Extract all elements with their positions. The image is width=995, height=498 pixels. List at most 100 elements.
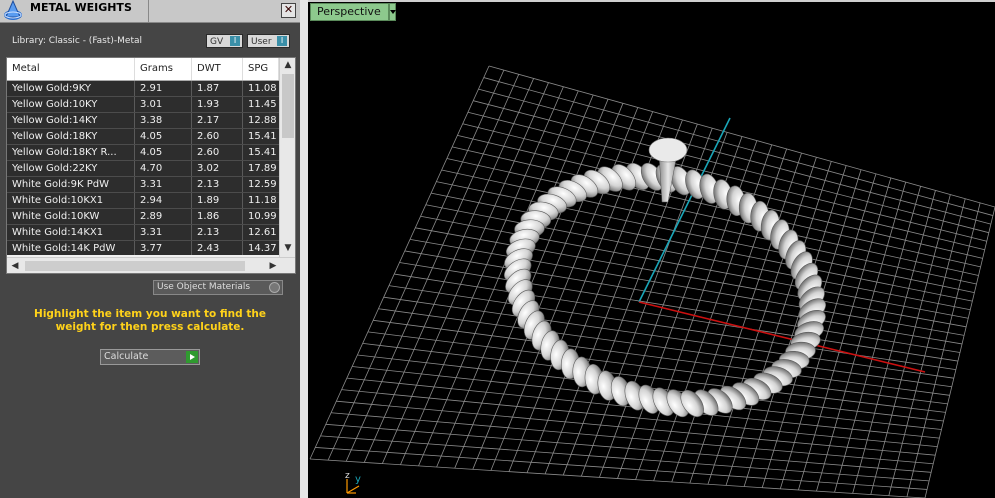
- metal-cell: White Gold:14KX1: [7, 225, 135, 240]
- table-row[interactable]: White Gold:9K PdW 3.31 2.13 12.59: [7, 177, 279, 193]
- metal-cell: Yellow Gold:22KY: [7, 161, 135, 176]
- user-toggle[interactable]: User I: [247, 34, 290, 48]
- grams-cell: 4.70: [135, 161, 192, 176]
- spg-cell: 12.88: [243, 113, 279, 128]
- toggle-icon: I: [277, 36, 287, 46]
- scroll-down-icon[interactable]: ▼: [280, 241, 295, 255]
- grams-cell: 4.05: [135, 129, 192, 144]
- table-row[interactable]: White Gold:14K PdW 3.77 2.43 14.37: [7, 241, 279, 255]
- column-header-grams[interactable]: Grams: [135, 58, 192, 80]
- metal-cell: Yellow Gold:18KY R...: [7, 145, 135, 160]
- metal-cell: White Gold:10KW: [7, 209, 135, 224]
- column-header-dwt[interactable]: DWT: [192, 58, 243, 80]
- axis-y-label: y: [355, 474, 361, 485]
- grid-line: [331, 412, 934, 465]
- grid-line: [315, 447, 928, 490]
- table-body: Yellow Gold:9KY 2.91 1.87 11.08 Yellow G…: [7, 81, 279, 255]
- view-mode-button[interactable]: Perspective: [310, 3, 389, 21]
- app-logo-icon: [4, 0, 22, 20]
- table-row[interactable]: Yellow Gold:9KY 2.91 1.87 11.08: [7, 81, 279, 97]
- gv-toggle-label: GV: [210, 37, 224, 47]
- grid-line: [870, 194, 951, 495]
- grams-cell: 3.01: [135, 97, 192, 112]
- grid-line: [906, 202, 981, 497]
- dwt-cell: 2.60: [192, 145, 243, 160]
- column-header-spg[interactable]: SPG: [243, 58, 279, 80]
- grams-cell: 3.77: [135, 241, 192, 255]
- spg-cell: 15.41: [243, 129, 279, 144]
- metal-cell: Yellow Gold:18KY: [7, 129, 135, 144]
- dwt-cell: 3.02: [192, 161, 243, 176]
- metal-cell: Yellow Gold:9KY: [7, 81, 135, 96]
- scroll-right-icon[interactable]: ▶: [265, 259, 281, 273]
- table-row[interactable]: Yellow Gold:10KY 3.01 1.93 11.45: [7, 97, 279, 113]
- metal-cell: White Gold:14K PdW: [7, 241, 135, 255]
- table-row[interactable]: Yellow Gold:18KY R... 4.05 2.60 15.41: [7, 145, 279, 161]
- toggle-icon: I: [230, 36, 240, 46]
- scene-canvas: z y: [309, 65, 995, 498]
- vertical-scrollbar[interactable]: ▲ ▼: [279, 58, 295, 257]
- spg-cell: 14.37: [243, 241, 279, 255]
- dwt-cell: 2.60: [192, 129, 243, 144]
- dwt-cell: 2.13: [192, 225, 243, 240]
- table-row[interactable]: White Gold:10KW 2.89 1.86 10.99: [7, 209, 279, 225]
- grid-line: [373, 319, 950, 396]
- spg-cell: 17.89: [243, 161, 279, 176]
- grid-line: [394, 273, 959, 362]
- axis-gizmo: z y: [345, 471, 361, 494]
- panel-divider[interactable]: [300, 0, 308, 498]
- scroll-up-icon[interactable]: ▲: [280, 58, 295, 72]
- grid-line: [834, 186, 921, 493]
- column-header-metal[interactable]: Metal: [7, 58, 135, 80]
- horizontal-scrollbar[interactable]: ◀ ▶: [7, 257, 295, 273]
- table-row[interactable]: Yellow Gold:22KY 4.70 3.02 17.89: [7, 161, 279, 177]
- grid-line: [852, 190, 936, 494]
- titlebar-separator: [148, 0, 149, 22]
- spg-cell: 15.41: [243, 145, 279, 160]
- grid-line: [888, 198, 966, 496]
- dwt-cell: 1.93: [192, 97, 243, 112]
- spg-cell: 10.99: [243, 209, 279, 224]
- grams-cell: 3.38: [135, 113, 192, 128]
- grams-cell: 3.31: [135, 177, 192, 192]
- use-object-materials-label: Use Object Materials: [157, 282, 251, 292]
- grid-line: [388, 285, 956, 371]
- dwt-cell: 2.17: [192, 113, 243, 128]
- grams-cell: 3.31: [135, 225, 192, 240]
- spg-cell: 11.18: [243, 193, 279, 208]
- 3d-viewport[interactable]: z y Perspective: [308, 0, 995, 498]
- dwt-cell: 1.89: [192, 193, 243, 208]
- viewport-ruler: [308, 0, 995, 2]
- instruction-text: Highlight the item you want to find the …: [34, 308, 266, 333]
- calculate-button[interactable]: Calculate: [100, 349, 200, 365]
- horizontal-scroll-thumb[interactable]: [25, 261, 245, 271]
- spg-cell: 11.45: [243, 97, 279, 112]
- gv-toggle[interactable]: GV I: [206, 34, 243, 48]
- grams-cell: 2.94: [135, 193, 192, 208]
- dwt-cell: 1.86: [192, 209, 243, 224]
- table-row[interactable]: White Gold:10KX1 2.94 1.89 11.18: [7, 193, 279, 209]
- table-row[interactable]: White Gold:14KX1 3.31 2.13 12.61: [7, 225, 279, 241]
- metal-table: Metal Grams DWT SPG Yellow Gold:9KY 2.91…: [6, 57, 296, 274]
- table-row[interactable]: Yellow Gold:18KY 4.05 2.60 15.41: [7, 129, 279, 145]
- calculate-label: Calculate: [104, 351, 149, 362]
- scroll-left-icon[interactable]: ◀: [7, 259, 23, 273]
- use-object-materials-toggle[interactable]: Use Object Materials: [153, 280, 283, 295]
- spg-cell: 12.61: [243, 225, 279, 240]
- spg-cell: 11.08: [243, 81, 279, 96]
- metal-cell: White Gold:9K PdW: [7, 177, 135, 192]
- dwt-cell: 2.13: [192, 177, 243, 192]
- ground-grid: [309, 65, 995, 498]
- user-toggle-label: User: [251, 37, 272, 47]
- vertical-scroll-thumb[interactable]: [282, 74, 294, 138]
- metal-cell: Yellow Gold:14KY: [7, 113, 135, 128]
- panel-titlebar: METAL WEIGHTS ✕: [0, 0, 300, 23]
- dwt-cell: 2.43: [192, 241, 243, 255]
- grams-cell: 4.05: [135, 145, 192, 160]
- play-icon: [186, 351, 198, 363]
- table-row[interactable]: Yellow Gold:14KY 3.38 2.17 12.88: [7, 113, 279, 129]
- dropdown-arrow-icon[interactable]: [389, 3, 396, 21]
- metal-cell: White Gold:10KX1: [7, 193, 135, 208]
- metal-cell: Yellow Gold:10KY: [7, 97, 135, 112]
- close-icon[interactable]: ✕: [281, 3, 296, 18]
